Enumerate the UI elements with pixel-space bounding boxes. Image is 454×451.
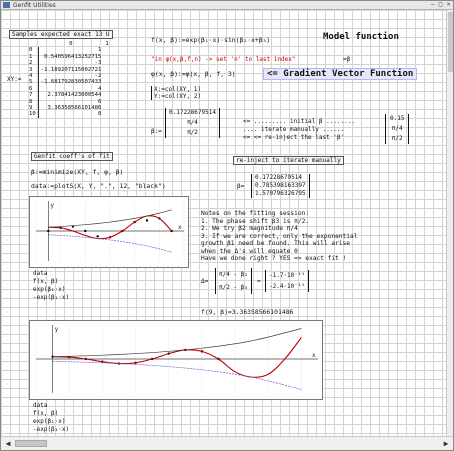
model-label: Model function [323, 32, 399, 42]
note-4: growth β1 need be found. This will arise [201, 240, 351, 247]
xy-col-header: 1 [105, 41, 109, 47]
series-line-exp [52, 328, 302, 358]
xy-matrix: 0 1 0 1 1 0.540596413252715 2 -3 3 -1.18920711500… [27, 41, 111, 118]
plot-1-svg: yx [35, 201, 185, 261]
note-2: 2. We try β2 magnitude π/4 [201, 225, 298, 232]
plot-2-legend-fit: f(x, β) [33, 410, 59, 417]
x-col-def: X:=col(XY, 1) [154, 86, 201, 93]
notes-title: Notes on the fitting session: [201, 210, 310, 217]
y-axis-label: y [55, 326, 59, 333]
x-axis-label: x [312, 352, 316, 359]
beta-minimize: β:=minimize(XY, f, φ, β) [31, 168, 124, 176]
plot-2-legend-exp: exp(β₁·x) [33, 418, 66, 425]
initial-notes: <= ......... initial β ........ .... ite… [243, 118, 355, 142]
phi-definition: φ(x, β):=φ(x, β, f, 3) [151, 70, 236, 78]
beta-last-2: π/4 [391, 125, 403, 132]
plot-1-legend: data f(x, β) exp(β₁·x) -exp(β₁·x) [33, 270, 69, 302]
horizontal-scrollbar[interactable]: ◀ ▶ [1, 436, 453, 450]
beta-result-1: 0.17228679514 [255, 174, 302, 181]
maximize-icon[interactable]: □ [437, 2, 444, 8]
beta-last-vector: 0.15 π/4 π/2 [385, 114, 410, 144]
initial-note-1: <= ......... initial β ........ [243, 118, 355, 125]
genfit-label: Genfit coeff's of fit [31, 152, 113, 161]
plot-1-legend-negexp: -exp(β₁·x) [33, 294, 70, 301]
y-col-def: Y:=col(XY, 2) [154, 93, 201, 100]
beta-init-2: π/4 [187, 119, 198, 126]
window-title: Genfit Utilities [13, 2, 56, 9]
delta-values-vector: -1.7·10⁻¹⁵ -2.4·10⁻¹⁵ [265, 270, 310, 292]
y-axis-label: y [50, 202, 54, 209]
beta-result-vector: 0.17228679514 0.785398163397 1.570796326… [251, 174, 310, 198]
vertical-scrollbar[interactable] [446, 10, 453, 437]
plot-2-svg: yx [35, 325, 318, 393]
data-point [145, 219, 149, 222]
title-bar: Genfit Utilities – □ × [1, 1, 453, 10]
horizontal-scroll-thumb[interactable] [15, 440, 47, 447]
delta-expr-2: π/2 - β₃ [219, 284, 248, 291]
fitting-notes: Notes on the fitting session: 1. The pha… [201, 210, 357, 263]
model-definition: f(x, β):=exp(β₁·x)·sin(β₂·x+β₃) [151, 36, 271, 44]
app-window: Genfit Utilities – □ × Samples expected … [0, 0, 454, 451]
beta-init-vector: 0.17228679514 π/4 π/2 [165, 108, 220, 138]
beta-result-label: β= [237, 183, 245, 190]
plot-2-legend-data: data [33, 402, 48, 409]
xy-row-index: 10 [27, 111, 39, 118]
scroll-left-icon[interactable]: ◀ [3, 439, 13, 449]
xy-cell: -1.189207115002721 [40, 66, 102, 73]
gradient-label: <= Gradient Vector Function [263, 68, 418, 80]
phi-note: "in φ(x,β,f,n) -> set 'n' to last index" [151, 56, 296, 63]
data-point [84, 229, 87, 233]
plot-1-legend-fit: f(x, β) [33, 278, 59, 285]
delta-expr-vector: π/4 - β₂ π/2 - β₃ [215, 268, 252, 294]
xy-col-defs: X:=col(XY, 1) Y:=col(XY, 2) [151, 86, 201, 100]
xy-cell: 0.540596413252715 [44, 53, 102, 60]
series-line-fit [52, 337, 302, 378]
plot-1-legend-exp: exp(β₁·x) [33, 286, 66, 293]
beta-result-2: 0.785398163397 [255, 182, 306, 189]
beta-last-3: π/2 [391, 135, 403, 142]
xy-cell: -1.681792830507433 [40, 79, 102, 86]
vertical-scroll-thumb[interactable] [448, 12, 453, 72]
delta-value-2: -2.4·10⁻¹⁵ [269, 283, 306, 290]
xy-assign-label: XY:= [7, 76, 22, 83]
beta-last-1: 0.15 [390, 115, 405, 122]
beta-init-label: β:= [151, 128, 162, 135]
delta-label: Δ= [201, 278, 209, 285]
reinject-label: re-inject to iterate manually [233, 156, 344, 165]
delta-value-1: -1.7·10⁻¹⁵ [269, 272, 306, 279]
data-point [96, 235, 99, 238]
xy-cell: 3.36358566101486 [47, 105, 102, 112]
plot-1-legend-data: data [33, 270, 48, 277]
beta-init-3: π/2 [187, 129, 198, 136]
phi-note-symbol: =β [343, 56, 351, 63]
data-point [47, 229, 50, 233]
xy-row: 10 0 [27, 111, 111, 118]
minimize-icon[interactable]: – [429, 2, 436, 8]
data-plot-definition: data:=plotS(X, Y, ".", 12, "black") [31, 182, 166, 190]
beta-result-3: 1.570796326795 [255, 190, 306, 197]
x-axis-label: x [178, 224, 182, 231]
f-eval: f(9, β)=3.36358566101486 [201, 308, 294, 316]
xy-cell: 2.37841423000544 [47, 92, 102, 99]
worksheet[interactable]: Samples expected exact 13 U XY:= 0 1 0 1 1 0.… [1, 10, 447, 437]
delta-equals: = [257, 278, 261, 285]
samples-label: Samples expected exact 13 U [9, 30, 113, 39]
app-icon [3, 2, 10, 8]
note-6: Have we done right ? YES => exact fit ! [201, 255, 347, 262]
delta-expr-1: π/4 - β₂ [219, 271, 248, 278]
plot-2-legend: data f(x, β) exp(β₁·x) -exp(β₁·x) [33, 402, 69, 434]
plot-1[interactable]: yx [29, 196, 189, 268]
initial-note-3: <= <= re-inject the last 'β' [243, 134, 345, 141]
close-icon[interactable]: × [445, 2, 452, 8]
note-3: 3. If we are correct, only the exponenti… [201, 232, 358, 240]
initial-note-2: .... iterate manually ...... [243, 126, 345, 133]
beta-init-1: 0.17228679514 [169, 109, 216, 116]
plot-2[interactable]: yx [29, 320, 323, 400]
xy-cell: 0 [98, 111, 102, 118]
note-1: 1. The phase shift β3 is π/2. [201, 217, 310, 225]
note-5: when the Δ's will equate 0 [201, 247, 298, 255]
plot-2-legend-negexp: -exp(β₁·x) [33, 426, 70, 433]
scroll-right-icon[interactable]: ▶ [441, 439, 451, 449]
series-line-negexp [52, 360, 302, 390]
